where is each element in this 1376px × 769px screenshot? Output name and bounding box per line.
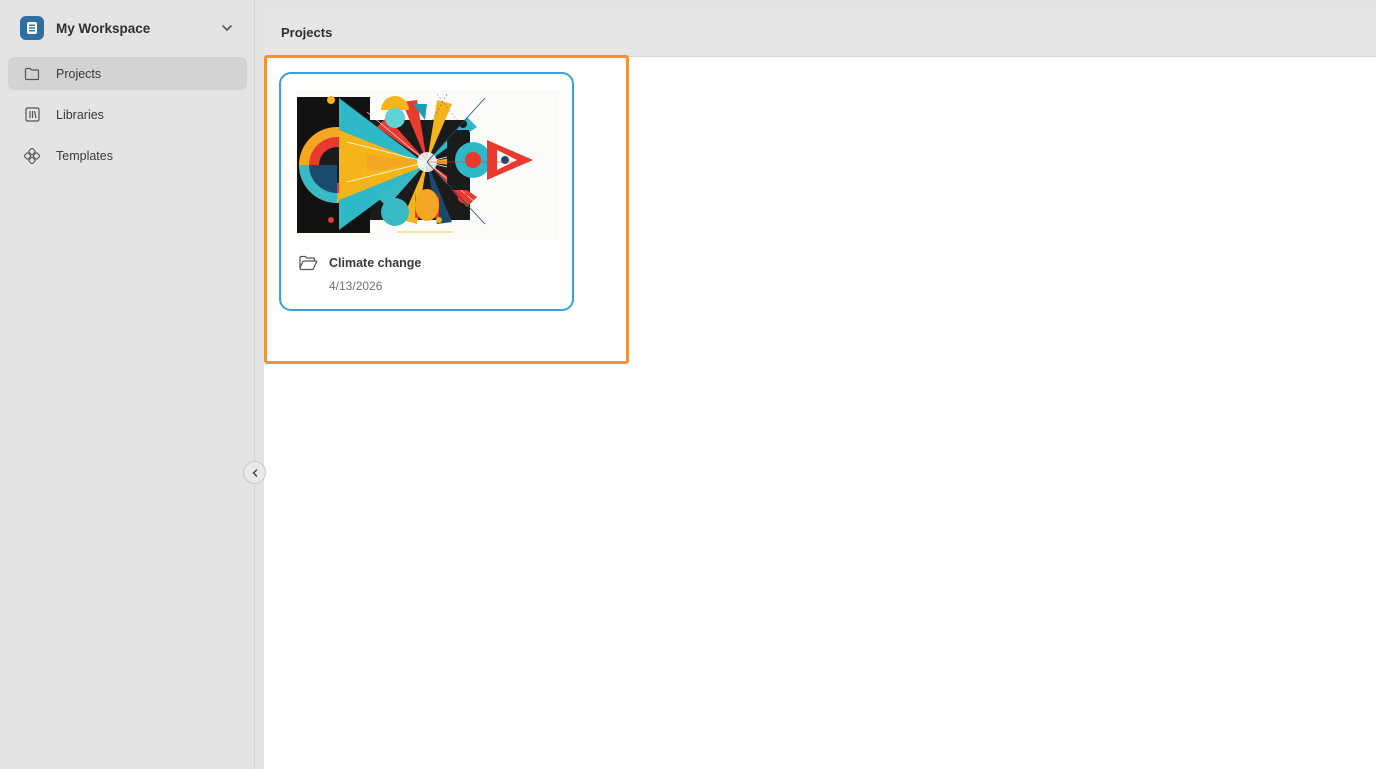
sidebar-nav: Projects Libraries Templates [8, 57, 247, 180]
workspace-logo-icon [20, 16, 44, 40]
main-header: Projects [264, 8, 1376, 57]
sidebar-item-label: Libraries [56, 107, 104, 122]
page-title: Projects [281, 24, 333, 40]
app-root: My Workspace Projects Libraries Template… [0, 0, 1376, 769]
project-thumbnail [297, 90, 559, 240]
project-card[interactable]: Climate change 4/13/2026 [279, 72, 574, 311]
chevron-down-icon [222, 25, 232, 31]
templates-icon [24, 147, 40, 164]
chevron-left-icon [252, 468, 257, 477]
workspace-switcher[interactable]: My Workspace [20, 16, 236, 40]
sidebar-item-libraries[interactable]: Libraries [8, 98, 247, 131]
sidebar-item-label: Projects [56, 66, 102, 81]
project-date: 4/13/2026 [329, 279, 383, 293]
sidebar-item-label: Templates [56, 148, 113, 163]
library-icon [24, 107, 40, 123]
folder-icon [24, 66, 40, 82]
project-title: Climate change [329, 256, 422, 270]
sidebar-item-templates[interactable]: Templates [8, 139, 247, 172]
workspace-name: My Workspace [56, 20, 151, 36]
sidebar-item-projects[interactable]: Projects [8, 57, 247, 90]
collapse-sidebar-button[interactable] [243, 461, 266, 484]
sidebar: My Workspace Projects Libraries Template… [0, 0, 255, 769]
folder-open-icon [299, 255, 318, 271]
